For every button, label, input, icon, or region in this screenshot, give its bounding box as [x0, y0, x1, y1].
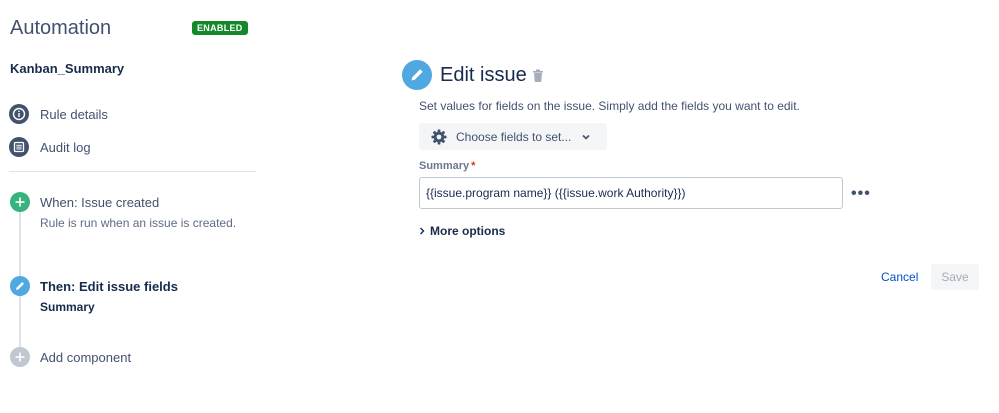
trigger-step-subtitle: Rule is run when an issue is created. — [40, 216, 237, 230]
pencil-icon — [10, 276, 30, 296]
trash-icon[interactable] — [532, 69, 544, 88]
pencil-icon — [402, 60, 432, 90]
nav-audit-log[interactable]: Audit log — [9, 136, 91, 158]
action-step-subtitle: Summary — [40, 300, 95, 314]
panel-title: Edit issue — [440, 64, 527, 86]
save-button[interactable]: Save — [931, 264, 979, 290]
gear-icon — [430, 128, 448, 146]
choose-fields-label: Choose fields to set... — [456, 129, 572, 144]
nav-label: Audit log — [40, 139, 91, 155]
chevron-right-icon — [419, 227, 425, 235]
more-options-label: More options — [430, 224, 506, 238]
required-marker: * — [471, 160, 476, 172]
status-badge: ENABLED — [192, 21, 248, 35]
nav-label: Rule details — [40, 106, 108, 122]
nav-rule-details[interactable]: Rule details — [9, 103, 108, 125]
info-icon — [9, 104, 29, 124]
summary-field-label: Summary * — [419, 160, 475, 172]
choose-fields-button[interactable]: Choose fields to set... — [419, 123, 607, 150]
summary-input[interactable] — [419, 177, 843, 209]
plus-icon — [10, 347, 30, 367]
more-options-toggle[interactable]: More options — [419, 224, 505, 238]
panel-description: Set values for fields on the issue. Simp… — [419, 99, 800, 113]
trigger-step-title[interactable]: When: Issue created — [40, 195, 159, 210]
rule-name: Kanban_Summary — [10, 61, 125, 76]
plus-icon — [10, 192, 30, 212]
cancel-button[interactable]: Cancel — [872, 265, 927, 289]
app-title: Automation — [10, 17, 112, 39]
sidebar-divider — [9, 171, 256, 172]
more-dots-icon[interactable]: ••• — [851, 185, 871, 203]
field-label-text: Summary — [419, 160, 470, 172]
add-component-button[interactable]: Add component — [40, 350, 131, 365]
chevron-down-icon — [581, 132, 591, 142]
list-icon — [9, 137, 29, 157]
action-step-title[interactable]: Then: Edit issue fields — [40, 279, 178, 294]
